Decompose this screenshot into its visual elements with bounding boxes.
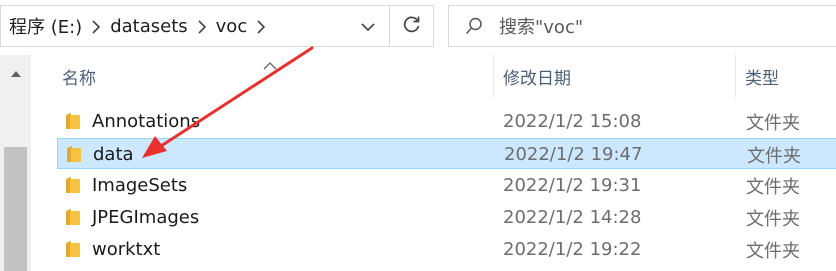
file-name: ImageSets [92,175,188,196]
breadcrumb: 程序 (E:) datasets voc [7,6,273,46]
search-icon [449,17,499,35]
file-type: 文件夹 [746,176,800,198]
file-name: worktxt [92,239,161,260]
refresh-icon [403,15,421,37]
chevron-down-icon [361,17,375,36]
folder-icon [65,208,81,226]
breadcrumb-drive[interactable]: 程序 (E:) [7,13,84,39]
navigation-scrollbar[interactable] [0,55,31,271]
file-explorer-window: 程序 (E:) datasets voc 搜索"voc" 名称 修改日期 类型 … [0,0,836,271]
file-name: JPEGImages [92,207,200,228]
file-type: 文件夹 [746,112,800,134]
file-row-annotations[interactable]: Annotations 2022/1/2 15:08 文件夹 [57,106,836,137]
file-row-data[interactable]: data 2022/1/2 19:47 文件夹 [57,138,836,169]
file-name: data [93,144,134,165]
address-dropdown-button[interactable] [349,6,387,46]
column-header-type[interactable]: 类型 [745,55,779,97]
file-row-jpegimages[interactable]: JPEGImages 2022/1/2 14:28 文件夹 [57,202,836,233]
breadcrumb-voc[interactable]: voc [214,16,250,37]
file-date: 2022/1/2 19:31 [503,175,642,196]
file-type: 文件夹 [746,240,800,262]
file-row-imagesets[interactable]: ImageSets 2022/1/2 19:31 文件夹 [57,170,836,201]
address-bar[interactable]: 程序 (E:) datasets voc [0,5,390,47]
column-header-name[interactable]: 名称 [62,55,96,97]
file-type: 文件夹 [747,145,801,167]
folder-icon [66,145,82,163]
scroll-up-icon[interactable] [0,63,31,85]
sort-ascending-icon [263,55,277,74]
scrollbar-thumb[interactable] [4,147,27,271]
file-row-worktxt[interactable]: worktxt 2022/1/2 19:22 文件夹 [57,234,836,265]
file-date: 2022/1/2 19:22 [503,239,642,260]
search-placeholder: 搜索"voc" [499,17,584,38]
search-input[interactable]: 搜索"voc" [448,5,836,47]
folder-icon [65,176,81,194]
column-header-date[interactable]: 修改日期 [503,55,571,97]
chevron-right-icon[interactable] [249,16,273,37]
chevron-right-icon[interactable] [190,16,214,37]
folder-icon [65,112,81,130]
file-date: 2022/1/2 14:28 [503,207,642,228]
folder-icon [65,240,81,258]
file-name: Annotations [92,111,201,132]
column-divider[interactable] [493,55,494,97]
file-type: 文件夹 [746,208,800,230]
file-date: 2022/1/2 15:08 [503,111,642,132]
breadcrumb-datasets[interactable]: datasets [108,16,189,37]
file-date: 2022/1/2 19:47 [504,144,643,165]
refresh-button[interactable] [390,5,434,47]
chevron-right-icon[interactable] [84,16,108,37]
column-divider[interactable] [735,55,736,97]
